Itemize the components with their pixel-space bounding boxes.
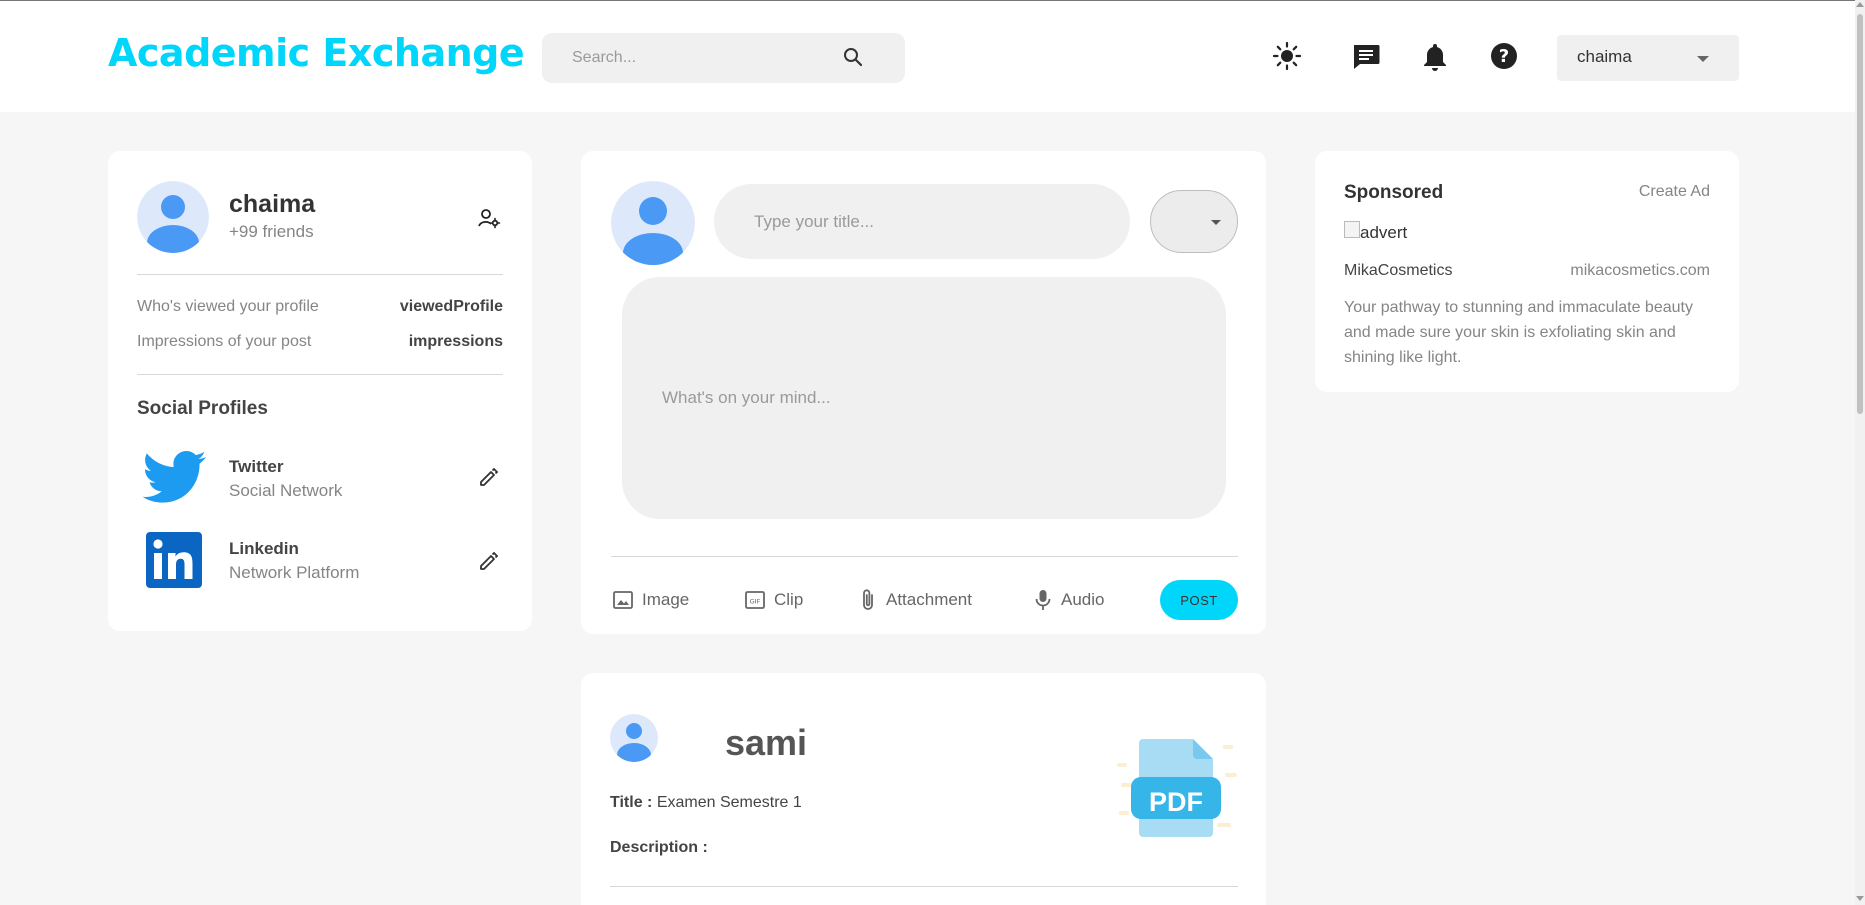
twitter-type: Social Network <box>229 481 343 500</box>
clip-action[interactable]: GIF Clip <box>744 586 803 614</box>
svg-text:GIF: GIF <box>750 598 761 606</box>
image-icon <box>613 591 633 609</box>
gif-icon: GIF <box>745 591 765 609</box>
friends-count: +99 friends <box>229 222 314 241</box>
manage-account-icon[interactable] <box>477 206 501 230</box>
composer-avatar <box>611 181 695 265</box>
advertiser-site[interactable]: mikacosmetics.com <box>1570 262 1710 280</box>
message-icon[interactable] <box>1351 41 1381 71</box>
post-title-row: Title : Examen Semestre 1 <box>610 794 802 812</box>
user-select-value: chaima <box>1577 47 1632 66</box>
post-category-select[interactable] <box>1150 190 1238 253</box>
post-divider <box>610 886 1238 887</box>
post-title-input[interactable] <box>714 184 1130 259</box>
image-action[interactable]: Image <box>612 586 689 614</box>
light-mode-icon[interactable] <box>1272 41 1302 71</box>
composer-divider <box>611 556 1238 557</box>
twitter-name[interactable]: Twitter <box>229 457 283 477</box>
profile-divider <box>137 274 503 275</box>
scrollbar-thumb[interactable] <box>1857 14 1863 414</box>
linkedin-name[interactable]: Linkedin <box>229 539 299 559</box>
advertiser-name: MikaCosmetics <box>1344 262 1453 279</box>
post-button[interactable]: POST <box>1160 580 1238 620</box>
pdf-badge-text: PDF <box>1149 787 1203 817</box>
help-icon[interactable]: ? <box>1489 41 1519 71</box>
clip-action-label: Clip <box>774 590 804 609</box>
audio-action-label: Audio <box>1061 590 1105 609</box>
audio-action[interactable]: Audio <box>1033 586 1104 614</box>
ad-description: Your pathway to stunning and immaculate … <box>1344 299 1693 366</box>
scroll-down-icon[interactable] <box>1856 896 1864 901</box>
profile-name[interactable]: chaima <box>229 190 315 219</box>
attachment-action-label: Attachment <box>886 590 972 609</box>
sponsored-heading: Sponsored <box>1344 182 1444 203</box>
attachment-icon <box>863 589 873 610</box>
edit-linkedin-icon[interactable] <box>478 550 500 572</box>
edit-twitter-icon[interactable] <box>478 466 500 488</box>
image-action-label: Image <box>642 590 690 609</box>
post-author-name[interactable]: sami <box>725 722 807 764</box>
profile-views-value: viewedProfile <box>399 298 503 315</box>
broken-image-icon <box>1344 221 1360 238</box>
attachment-action[interactable]: Attachment <box>858 586 972 614</box>
impressions-label: Impressions of your post <box>137 333 312 350</box>
post-description-label: Description : <box>610 839 708 856</box>
linkedin-icon <box>146 532 202 588</box>
post-title-value: Examen Semestre 1 <box>656 794 802 811</box>
advert-image-alt[interactable]: advert <box>1360 223 1407 243</box>
post-title-label: Title : <box>610 794 653 811</box>
microphone-icon <box>1035 590 1051 610</box>
user-select[interactable]: chaima <box>1557 35 1739 81</box>
notification-bell-icon[interactable] <box>1420 41 1450 71</box>
linkedin-type: Network Platform <box>229 563 360 582</box>
stats-divider <box>137 374 503 375</box>
create-ad-link[interactable]: Create Ad <box>1639 183 1710 201</box>
profile-views-label: Who's viewed your profile <box>137 298 319 315</box>
scroll-up-icon[interactable] <box>1856 2 1864 7</box>
svg-text:?: ? <box>1499 46 1509 67</box>
dropdown-caret-icon <box>1211 220 1221 225</box>
post-body-placeholder: What's on your mind... <box>662 388 831 407</box>
profile-avatar[interactable] <box>137 181 209 253</box>
twitter-icon <box>142 451 206 503</box>
search-input[interactable] <box>542 33 842 83</box>
post-author-avatar[interactable] <box>610 714 658 762</box>
impressions-value: impressions <box>408 333 503 350</box>
social-profiles-heading: Social Profiles <box>137 398 268 419</box>
dropdown-caret-icon <box>1697 56 1709 62</box>
app-logo[interactable]: Academic Exchange <box>108 31 525 75</box>
search-icon[interactable] <box>841 45 865 69</box>
top-navbar: Academic Exchange ? chaima <box>0 0 1855 112</box>
